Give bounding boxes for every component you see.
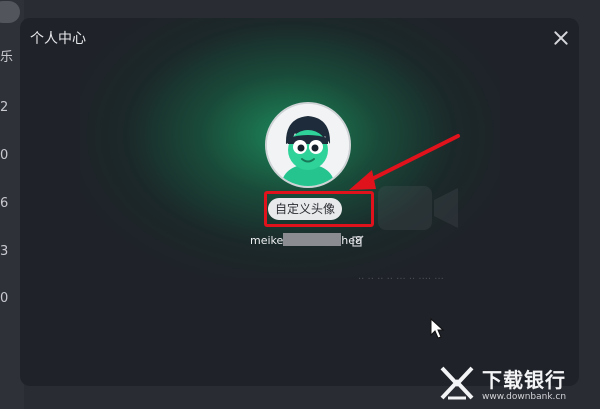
background-number: 0 (0, 291, 9, 306)
username: meike he8 (250, 233, 362, 249)
watermark: 下载银行 www.downbank.cn (438, 364, 598, 406)
avatar-character-icon (267, 104, 349, 186)
username-redaction (283, 233, 342, 246)
watermark-logo-icon (440, 366, 474, 400)
background-avatar-dot (0, 1, 20, 23)
background-number: 3 (0, 244, 9, 259)
video-camera-icon (378, 186, 458, 230)
mouse-cursor-icon (430, 318, 444, 339)
edit-icon[interactable] (352, 235, 364, 247)
close-icon[interactable] (551, 28, 571, 48)
avatar[interactable] (265, 102, 351, 188)
username-prefix: meike (250, 234, 284, 247)
background-char: 乐 (0, 50, 14, 65)
personal-center-dialog: 个人中心 自定义头像 meike he8 ·· ·· ·· ·· ··· ·· … (20, 18, 579, 386)
custom-avatar-button[interactable]: 自定义头像 (268, 198, 342, 220)
watermark-url: www.downbank.cn (482, 392, 567, 402)
dialog-title: 个人中心 (30, 31, 86, 47)
background-number: 2 (0, 100, 9, 115)
faded-hint-text: ·· ·· ·· ·· ··· ·· ···· ··· (358, 274, 444, 285)
watermark-title: 下载银行 (482, 368, 566, 392)
background-number: 0 (0, 148, 9, 163)
background-number: 6 (0, 196, 9, 211)
